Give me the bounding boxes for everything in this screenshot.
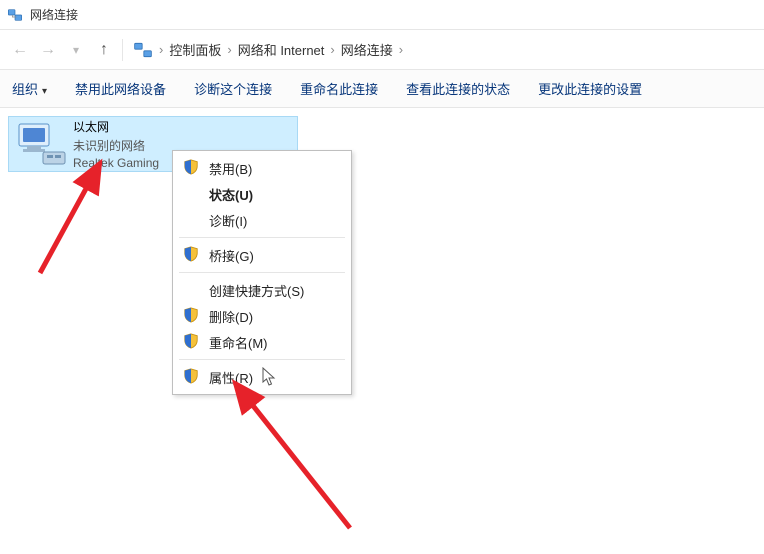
blank-icon (183, 211, 201, 229)
ctx-rename[interactable]: 重命名(M) (173, 329, 351, 355)
shield-icon (183, 159, 201, 177)
ctx-shortcut[interactable]: 创建快捷方式(S) (173, 277, 351, 303)
breadcrumb-item[interactable]: 控制面板 (169, 40, 221, 59)
address-bar: ← → ▾ ↑ › 控制面板 › 网络和 Internet › 网络连接 › (0, 30, 764, 70)
blank-icon (183, 185, 201, 203)
nav-back-button[interactable]: ← (6, 36, 34, 64)
network-connections-icon (133, 41, 153, 59)
divider (179, 359, 345, 360)
context-menu: 禁用(B) 状态(U) 诊断(I) 桥接(G) 创建快捷方式(S) 删除(D) (172, 150, 352, 395)
view-status-button[interactable]: 查看此连接的状态 (406, 79, 510, 98)
breadcrumb[interactable]: › 控制面板 › 网络和 Internet › 网络连接 › (133, 40, 403, 59)
ctx-diagnose[interactable]: 诊断(I) (173, 207, 351, 233)
shield-icon (183, 333, 201, 351)
chevron-right-icon: › (159, 42, 163, 57)
ctx-disable[interactable]: 禁用(B) (173, 155, 351, 181)
shield-icon (183, 368, 201, 386)
ctx-bridge[interactable]: 桥接(G) (173, 242, 351, 268)
blank-icon (183, 281, 201, 299)
chevron-right-icon: › (330, 42, 334, 57)
ctx-delete[interactable]: 删除(D) (173, 303, 351, 329)
chevron-right-icon: › (227, 42, 231, 57)
connection-name: 以太网 (73, 118, 159, 135)
network-connections-icon (6, 6, 24, 24)
nav-forward-button[interactable]: → (34, 36, 62, 64)
nav-recent-button[interactable]: ▾ (62, 36, 90, 64)
shield-icon (183, 307, 201, 325)
connection-adapter: Realtek Gaming (73, 156, 159, 170)
window-titlebar: 网络连接 (0, 0, 764, 30)
diagnose-button[interactable]: 诊断这个连接 (194, 79, 272, 98)
organize-menu[interactable]: 组织 (12, 79, 47, 98)
shield-icon (183, 246, 201, 264)
ethernet-adapter-icon (15, 122, 67, 166)
divider (179, 272, 345, 273)
connection-item-texts: 以太网 未识别的网络 Realtek Gaming (73, 118, 159, 170)
breadcrumb-item[interactable]: 网络连接 (341, 40, 393, 59)
disable-device-button[interactable]: 禁用此网络设备 (75, 79, 166, 98)
window-title: 网络连接 (30, 6, 78, 23)
change-settings-button[interactable]: 更改此连接的设置 (538, 79, 642, 98)
nav-up-button[interactable]: ↑ (90, 36, 118, 64)
divider (179, 237, 345, 238)
rename-button[interactable]: 重命名此连接 (300, 79, 378, 98)
ctx-properties[interactable]: 属性(R) (173, 364, 351, 390)
chevron-right-icon: › (399, 42, 403, 57)
content-area: 以太网 未识别的网络 Realtek Gaming 禁用(B) 状态(U) 诊断… (0, 108, 764, 554)
connection-status: 未识别的网络 (73, 137, 159, 154)
breadcrumb-item[interactable]: 网络和 Internet (238, 40, 325, 59)
ctx-status[interactable]: 状态(U) (173, 181, 351, 207)
divider (122, 39, 123, 61)
command-toolbar: 组织 禁用此网络设备 诊断这个连接 重命名此连接 查看此连接的状态 更改此连接的… (0, 70, 764, 108)
